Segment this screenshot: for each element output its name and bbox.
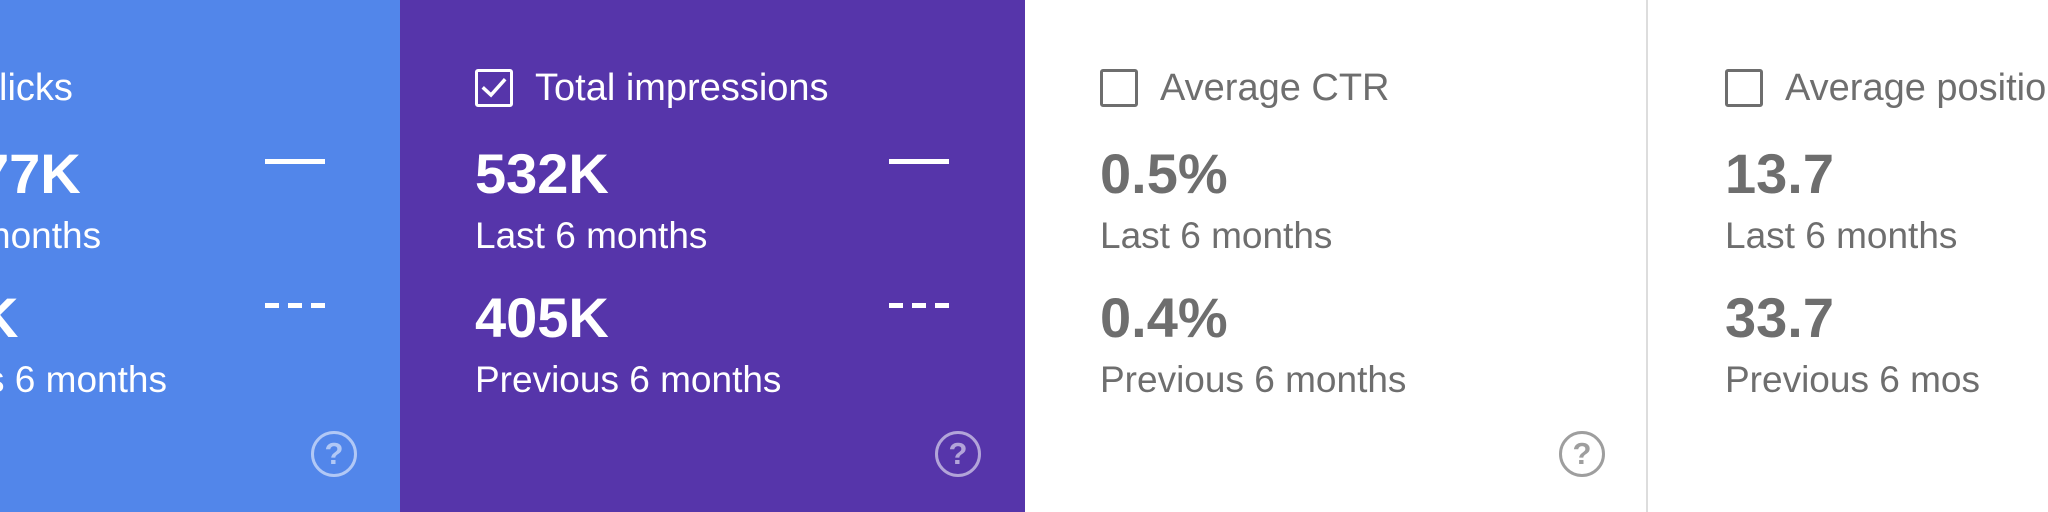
average-ctr-previous-value: 0.4%: [1100, 286, 1228, 349]
average-position-checkbox[interactable]: [1725, 69, 1763, 107]
help-circle-icon[interactable]: ?: [1559, 431, 1605, 477]
average-ctr-label: Average CTR: [1160, 67, 1390, 109]
average-position-card[interactable]: Average positio 13.7 Last 6 months 33.7 …: [1650, 0, 2048, 512]
average-position-header[interactable]: Average positio: [1725, 60, 2046, 116]
total-impressions-label: Total impressions: [535, 67, 829, 109]
check-icon: [481, 78, 507, 98]
dashed-line-legend-icon: [265, 303, 325, 308]
total-clicks-previous-period: s 6 months: [0, 359, 167, 400]
average-ctr-checkbox[interactable]: [1100, 69, 1138, 107]
dashed-line-legend-icon: [889, 303, 949, 308]
average-position-previous-period: Previous 6 mos: [1725, 359, 1980, 400]
total-impressions-header[interactable]: Total impressions: [475, 60, 829, 116]
performance-metric-cards: clicks 77K nonths K s 6 months ? Total i…: [0, 0, 2048, 512]
average-position-current-period: Last 6 months: [1725, 215, 1958, 256]
total-impressions-previous-period: Previous 6 months: [475, 359, 782, 400]
help-circle-icon[interactable]: ?: [935, 431, 981, 477]
average-ctr-current-period: Last 6 months: [1100, 215, 1333, 256]
average-ctr-current-value: 0.5%: [1100, 142, 1228, 205]
total-clicks-current-value: 77K: [0, 142, 81, 205]
total-impressions-card[interactable]: Total impressions 532K Last 6 months 405…: [400, 0, 1025, 512]
total-impressions-current-value: 532K: [475, 142, 609, 205]
average-ctr-header[interactable]: Average CTR: [1100, 60, 1390, 116]
total-clicks-current-period: nonths: [0, 215, 102, 256]
total-impressions-checkbox[interactable]: [475, 69, 513, 107]
total-clicks-header[interactable]: clicks: [0, 60, 73, 116]
total-clicks-label: clicks: [0, 67, 73, 109]
total-clicks-card[interactable]: clicks 77K nonths K s 6 months ?: [0, 0, 400, 512]
help-circle-icon[interactable]: ?: [311, 431, 357, 477]
solid-line-legend-icon: [889, 159, 949, 164]
total-impressions-current-period: Last 6 months: [475, 215, 708, 256]
average-ctr-card[interactable]: Average CTR 0.5% Last 6 months 0.4% Prev…: [1025, 0, 1648, 512]
solid-line-legend-icon: [265, 159, 325, 164]
average-position-previous-value: 33.7: [1725, 286, 1834, 349]
total-clicks-previous-value: K: [0, 284, 18, 352]
average-position-current-value: 13.7: [1725, 142, 1834, 205]
total-impressions-previous-value: 405K: [475, 286, 609, 349]
average-position-label: Average positio: [1785, 67, 2047, 109]
average-ctr-previous-period: Previous 6 months: [1100, 359, 1407, 400]
